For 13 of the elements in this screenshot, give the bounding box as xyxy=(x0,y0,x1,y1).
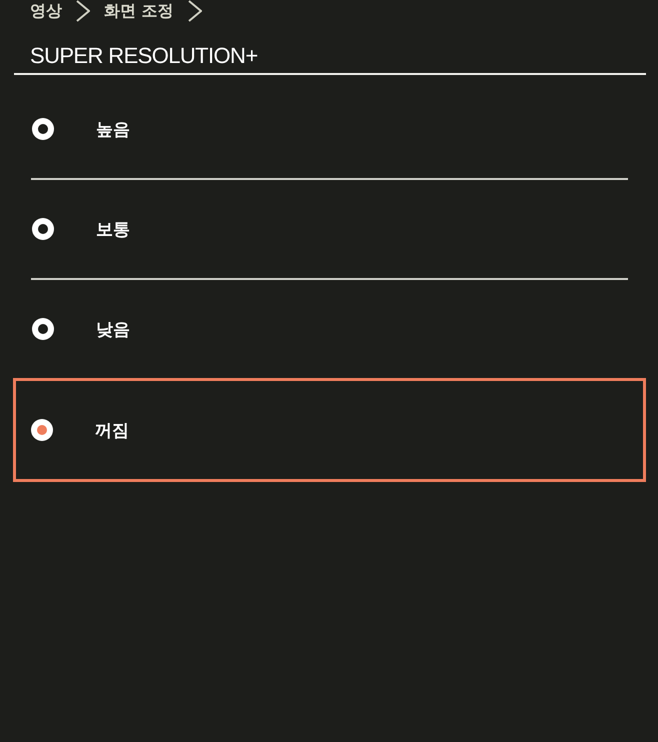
radio-icon[interactable] xyxy=(32,118,54,140)
chevron-icon xyxy=(188,0,202,22)
option-item[interactable]: 높음 xyxy=(14,80,646,178)
radio-icon[interactable] xyxy=(32,218,54,240)
breadcrumb-item[interactable]: 영상 xyxy=(30,1,62,21)
radio-icon[interactable] xyxy=(32,318,54,340)
chevron-icon xyxy=(76,0,90,22)
radio-icon[interactable] xyxy=(31,419,53,441)
option-item[interactable]: 꺼짐 xyxy=(13,378,646,482)
option-item[interactable]: 보통 xyxy=(14,180,646,278)
option-item[interactable]: 낮음 xyxy=(14,280,646,378)
breadcrumb-item[interactable]: 화면 조정 xyxy=(104,1,174,21)
menu-title: SUPER RESOLUTION+ xyxy=(30,42,259,70)
